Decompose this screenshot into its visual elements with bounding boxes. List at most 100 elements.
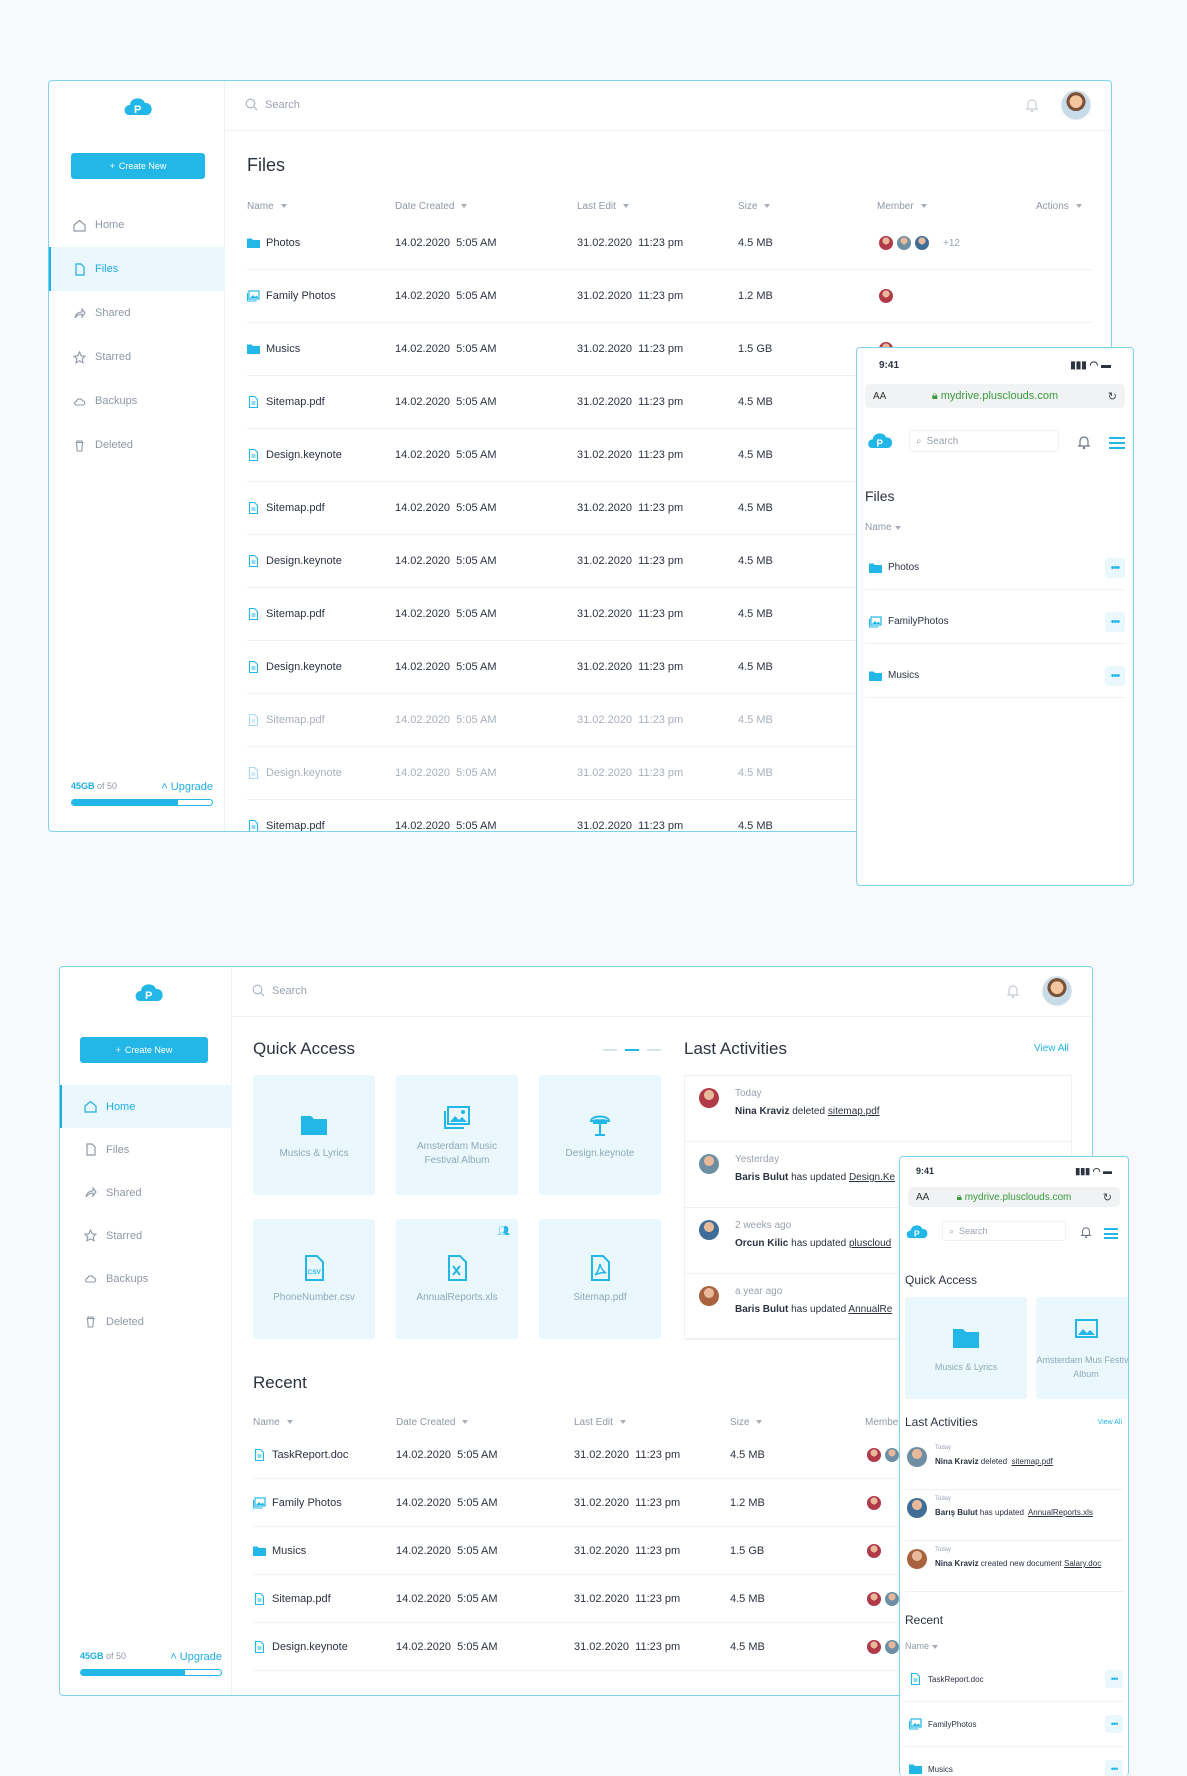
file-name-cell[interactable]: Sitemap.pdf <box>247 396 325 408</box>
plusclouds-logo[interactable]: P <box>904 1221 930 1243</box>
sidebar-item-home[interactable]: Home <box>60 1085 232 1128</box>
list-item[interactable]: TaskReport.doc ••• <box>905 1657 1123 1702</box>
file-name-cell[interactable]: Design.keynote <box>247 555 342 567</box>
more-options-icon[interactable]: ••• <box>1105 1760 1123 1776</box>
file-name-cell[interactable]: Sitemap.pdf <box>247 502 325 514</box>
more-options-icon[interactable]: ••• <box>1105 665 1125 686</box>
user-avatar[interactable] <box>1061 90 1091 120</box>
file-name-cell[interactable]: Musics <box>247 343 300 355</box>
view-all-link[interactable]: View All <box>1098 1419 1122 1426</box>
member-avatar[interactable] <box>865 1541 883 1560</box>
column-member[interactable]: Member <box>877 201 927 212</box>
file-name-cell[interactable]: Design.keynote <box>247 767 342 779</box>
quick-access-card[interactable]: Musics & Lyrics <box>905 1297 1027 1399</box>
more-options-icon[interactable]: ••• <box>1105 1670 1123 1688</box>
column-actions[interactable]: Actions <box>1036 201 1082 212</box>
activity-target-link[interactable]: AnnualRe <box>848 1304 892 1315</box>
quick-access-card[interactable]: Design.keynote <box>539 1075 661 1195</box>
activity-target-link[interactable]: sitemap.pdf <box>828 1106 880 1117</box>
more-options-icon[interactable]: ••• <box>1105 557 1125 578</box>
carousel-dot-active[interactable] <box>625 1049 639 1051</box>
column-size[interactable]: Size <box>730 1417 763 1428</box>
search-input[interactable]: Search <box>245 98 300 111</box>
quick-access-card[interactable]: Sitemap.pdf <box>539 1219 661 1339</box>
column-member[interactable]: Membe <box>865 1417 898 1428</box>
file-name-cell[interactable]: Family Photos <box>247 290 336 302</box>
table-row[interactable]: Family Photos 14.02.2020 5:05 AM 31.02.2… <box>247 270 1093 323</box>
activity-target-link[interactable]: Design.Ke <box>849 1172 895 1183</box>
plusclouds-logo[interactable]: P <box>132 979 166 1007</box>
member-avatar[interactable] <box>865 1589 883 1608</box>
column-last-edit[interactable]: Last Edit <box>577 201 629 212</box>
sidebar-item-backups[interactable]: Backups <box>60 1257 232 1300</box>
member-avatar[interactable] <box>865 1445 883 1464</box>
sidebar-item-home[interactable]: Home <box>49 203 225 247</box>
sidebar-item-files[interactable]: Files <box>49 247 225 291</box>
user-avatar[interactable] <box>1042 976 1072 1006</box>
more-options-icon[interactable]: ••• <box>1105 611 1125 632</box>
file-name-cell[interactable]: Design.keynote <box>247 661 342 673</box>
search-input[interactable]: Search <box>252 984 307 997</box>
sidebar-item-deleted[interactable]: Deleted <box>60 1300 232 1343</box>
list-item[interactable]: Musics ••• <box>905 1747 1123 1776</box>
list-item[interactable]: FamilyPhotos ••• <box>865 600 1125 644</box>
create-new-button[interactable]: + Create New <box>80 1037 208 1063</box>
hamburger-menu-icon[interactable] <box>1104 1228 1118 1239</box>
reload-icon[interactable]: ↻ <box>1103 1191 1112 1204</box>
column-date-created[interactable]: Date Created <box>395 201 468 212</box>
sidebar-item-backups[interactable]: Backups <box>49 379 225 423</box>
column-date-created[interactable]: Date Created <box>396 1417 469 1428</box>
sidebar-item-starred[interactable]: Starred <box>49 335 225 379</box>
member-avatar[interactable] <box>877 287 895 305</box>
column-name[interactable]: Name <box>253 1417 293 1428</box>
list-item[interactable]: FamilyPhotos ••• <box>905 1702 1123 1747</box>
member-avatar[interactable] <box>865 1493 883 1512</box>
file-name-cell[interactable]: Sitemap.pdf <box>253 1592 331 1605</box>
list-item[interactable]: Musics ••• <box>865 654 1125 698</box>
column-name[interactable]: Name <box>247 201 287 212</box>
file-name-cell[interactable]: Sitemap.pdf <box>247 608 325 620</box>
quick-access-card[interactable]: 👥︎ AnnualReports.xls <box>396 1219 518 1339</box>
member-avatar[interactable] <box>877 234 895 252</box>
file-name-cell[interactable]: Design.keynote <box>247 449 342 461</box>
plusclouds-logo[interactable]: P <box>121 93 155 121</box>
quick-access-card[interactable]: Musics & Lyrics <box>253 1075 375 1195</box>
sidebar-item-starred[interactable]: Starred <box>60 1214 232 1257</box>
bell-icon[interactable] <box>1077 434 1091 450</box>
activity-target-link[interactable]: Salary.doc <box>1064 1559 1101 1568</box>
sidebar-item-shared[interactable]: Shared <box>60 1171 232 1214</box>
view-all-link[interactable]: View All <box>1034 1043 1069 1054</box>
plusclouds-logo[interactable]: P <box>865 428 895 454</box>
column-name[interactable]: Name <box>905 1641 939 1651</box>
url-bar[interactable]: AA 🔒︎ mydrive.plusclouds.com ↻ <box>908 1187 1120 1207</box>
more-options-icon[interactable]: ••• <box>1105 1715 1123 1733</box>
activity-target-link[interactable]: sitemap.pdf <box>1012 1457 1053 1466</box>
member-avatar[interactable] <box>913 234 931 252</box>
column-size[interactable]: Size <box>738 201 771 212</box>
file-name-cell[interactable]: Sitemap.pdf <box>247 820 325 831</box>
quick-access-card[interactable]: Amsterdam Music Festival Album <box>396 1075 518 1195</box>
reload-icon[interactable]: ↻ <box>1108 390 1117 403</box>
hamburger-menu-icon[interactable] <box>1109 437 1125 449</box>
search-input[interactable]: ⌕ Search <box>909 430 1059 452</box>
list-item[interactable]: Photos ••• <box>865 546 1125 590</box>
upgrade-link[interactable]: ˄ Upgrade <box>161 781 213 793</box>
file-name-cell[interactable]: Photos <box>247 237 300 249</box>
bell-icon[interactable] <box>1025 97 1039 113</box>
file-name-cell[interactable]: Musics <box>253 1545 306 1557</box>
upgrade-link[interactable]: ˄ Upgrade <box>170 1651 222 1663</box>
carousel-dot[interactable] <box>647 1049 661 1051</box>
sidebar-item-files[interactable]: Files <box>60 1128 232 1171</box>
quick-access-card[interactable]: Amsterdam Mus Festival Album <box>1036 1297 1128 1399</box>
member-avatar[interactable] <box>895 234 913 252</box>
quick-access-card[interactable]: CSV PhoneNumber.csv <box>253 1219 375 1339</box>
search-input[interactable]: ⌕ Search <box>942 1221 1066 1241</box>
activity-target-link[interactable]: pluscloud <box>849 1238 891 1249</box>
file-name-cell[interactable]: Design.keynote <box>253 1640 348 1653</box>
column-name[interactable]: Name <box>865 522 901 533</box>
member-avatar[interactable] <box>865 1637 883 1656</box>
file-name-cell[interactable]: TaskReport.doc <box>253 1448 348 1461</box>
carousel-dot[interactable] <box>603 1049 617 1051</box>
sidebar-item-shared[interactable]: Shared <box>49 291 225 335</box>
file-name-cell[interactable]: Family Photos <box>253 1497 342 1509</box>
